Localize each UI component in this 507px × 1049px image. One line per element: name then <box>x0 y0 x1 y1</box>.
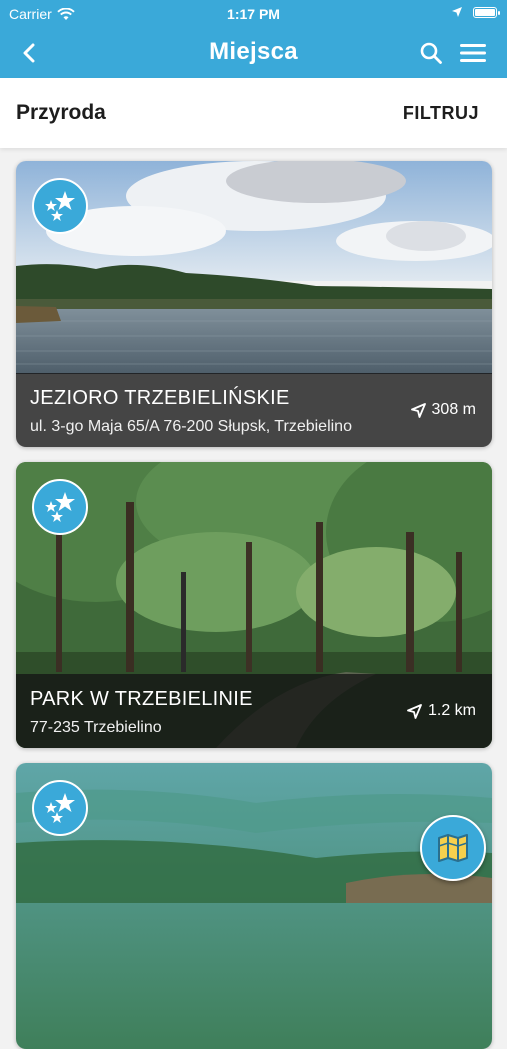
place-card[interactable]: PARK W TRZEBIELINIE 77-235 Trzebielino 1… <box>16 462 492 748</box>
menu-icon <box>460 44 486 62</box>
status-right <box>451 6 500 18</box>
location-arrow-icon <box>407 703 422 719</box>
filter-button[interactable]: FILTRUJ <box>403 103 479 124</box>
status-time: 1:17 PM <box>227 6 280 22</box>
nav-bar: Miejsca <box>0 28 507 78</box>
category-header: Przyroda FILTRUJ <box>0 78 507 148</box>
place-name: JEZIORO TRZEBIELIŃSKIE <box>30 387 290 409</box>
place-card[interactable]: JEZIORO TRZEBIELIŃSKIE ul. 3-go Maja 65/… <box>16 161 492 447</box>
stars-icon <box>45 793 75 823</box>
search-button[interactable] <box>417 39 445 67</box>
category-title: Przyroda <box>16 101 106 124</box>
place-address: 77-235 Trzebielino <box>30 719 162 736</box>
category-badge <box>32 780 88 836</box>
place-name: PARK W TRZEBIELINIE <box>30 688 253 710</box>
place-card[interactable] <box>16 763 492 1049</box>
distance-value: 1.2 km <box>427 702 476 719</box>
distance-value: 308 m <box>431 401 476 418</box>
category-badge <box>32 479 88 535</box>
place-distance: 308 m <box>410 401 476 419</box>
menu-button[interactable] <box>457 39 489 67</box>
status-bar: Carrier 1:17 PM <box>0 0 507 28</box>
stars-icon <box>45 492 75 522</box>
battery-icon <box>473 6 500 18</box>
location-services-icon <box>452 7 462 17</box>
map-button[interactable] <box>420 815 486 881</box>
place-info: JEZIORO TRZEBIELIŃSKIE ul. 3-go Maja 65/… <box>16 373 492 447</box>
place-info: PARK W TRZEBIELINIE 77-235 Trzebielino 1… <box>16 674 492 748</box>
search-icon <box>420 42 442 64</box>
stars-icon <box>45 191 75 221</box>
map-icon <box>438 834 468 862</box>
place-distance: 1.2 km <box>407 702 476 720</box>
place-address: ul. 3-go Maja 65/A 76-200 Słupsk, Trzebi… <box>30 418 352 435</box>
category-badge <box>32 178 88 234</box>
location-arrow-icon <box>410 402 426 418</box>
